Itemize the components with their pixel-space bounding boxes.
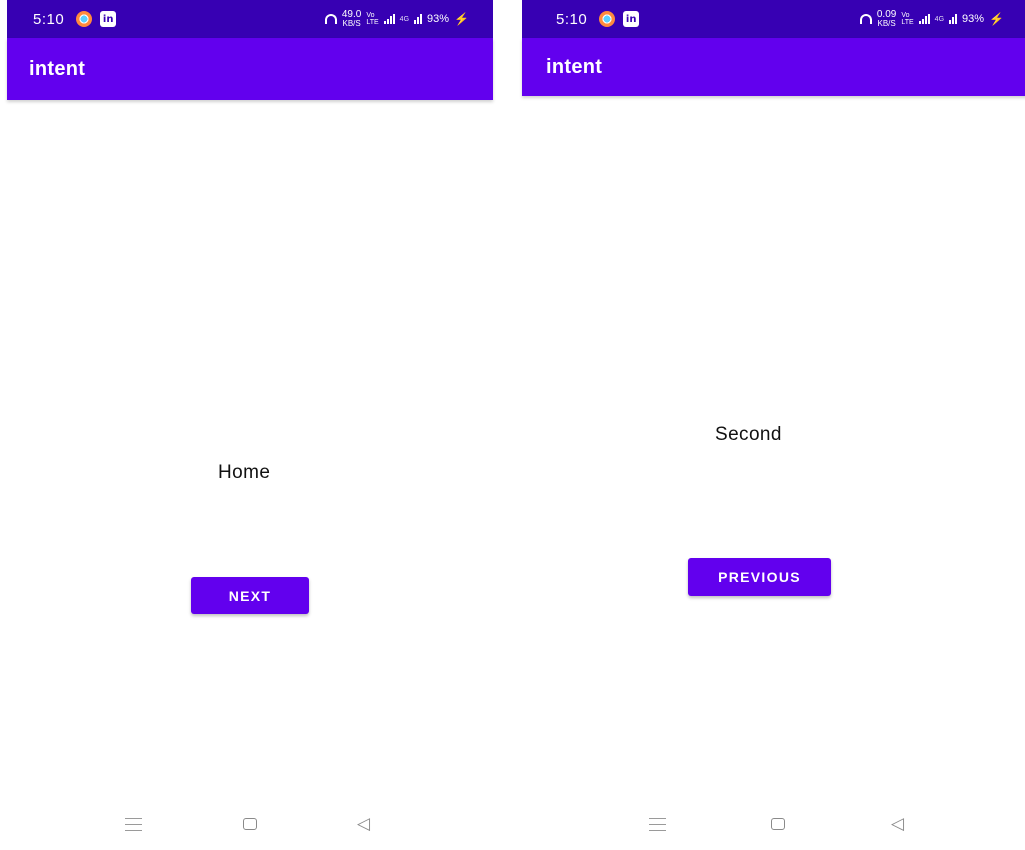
second-screen: 5:10 in 0.09 KB/S Vo LTE 4G 93% ⚡ intent xyxy=(522,0,1025,850)
previous-button[interactable]: PREVIOUS xyxy=(688,558,831,596)
back-icon[interactable]: ◁ xyxy=(891,814,904,834)
app-title: intent xyxy=(29,57,86,80)
notification-app-icon xyxy=(599,11,616,27)
signal-icon xyxy=(918,14,930,24)
back-icon[interactable]: ◁ xyxy=(357,814,370,834)
home-icon[interactable] xyxy=(771,818,785,830)
volte-indicator: Vo LTE xyxy=(901,12,914,26)
status-time: 5:10 xyxy=(556,10,588,28)
linkedin-icon: in xyxy=(100,11,117,27)
network-speed: 0.09 KB/S xyxy=(876,9,897,28)
battery-level: 93% xyxy=(962,13,985,25)
signal-icon-secondary xyxy=(949,14,958,24)
menu-icon[interactable] xyxy=(649,818,666,836)
headset-icon xyxy=(324,14,337,24)
app-title: intent xyxy=(546,55,603,78)
volte-indicator: Vo LTE xyxy=(366,12,379,26)
network-speed: 49.0 KB/S xyxy=(341,9,362,28)
home-label: Home xyxy=(218,462,271,483)
status-indicators: 49.0 KB/S Vo LTE 4G 93% ⚡ xyxy=(324,9,469,28)
second-label: Second xyxy=(715,424,782,445)
status-time: 5:10 xyxy=(33,10,65,28)
signal-icon xyxy=(383,14,395,24)
menu-icon[interactable] xyxy=(125,818,142,836)
headset-icon xyxy=(859,14,872,24)
home-icon[interactable] xyxy=(243,818,257,830)
battery-level: 93% xyxy=(427,13,450,25)
app-bar: intent xyxy=(7,38,493,100)
status-bar: 5:10 in 49.0 KB/S Vo LTE 4G 93% ⚡ xyxy=(7,0,493,38)
status-bar: 5:10 in 0.09 KB/S Vo LTE 4G 93% ⚡ xyxy=(522,0,1025,38)
status-indicators: 0.09 KB/S Vo LTE 4G 93% ⚡ xyxy=(859,9,1004,28)
network-type: 4G xyxy=(934,15,945,23)
notification-app-icon xyxy=(76,11,93,27)
navigation-bar: ◁ xyxy=(7,805,493,845)
home-screen: 5:10 in 49.0 KB/S Vo LTE 4G 93% ⚡ intent xyxy=(7,0,493,850)
navigation-bar: ◁ xyxy=(522,805,1025,845)
network-type: 4G xyxy=(399,15,410,23)
charging-icon: ⚡ xyxy=(454,12,469,26)
app-bar: intent xyxy=(522,38,1025,96)
signal-icon-secondary xyxy=(414,14,423,24)
charging-icon: ⚡ xyxy=(989,12,1004,26)
linkedin-icon: in xyxy=(623,11,640,27)
next-button[interactable]: NEXT xyxy=(191,577,309,614)
